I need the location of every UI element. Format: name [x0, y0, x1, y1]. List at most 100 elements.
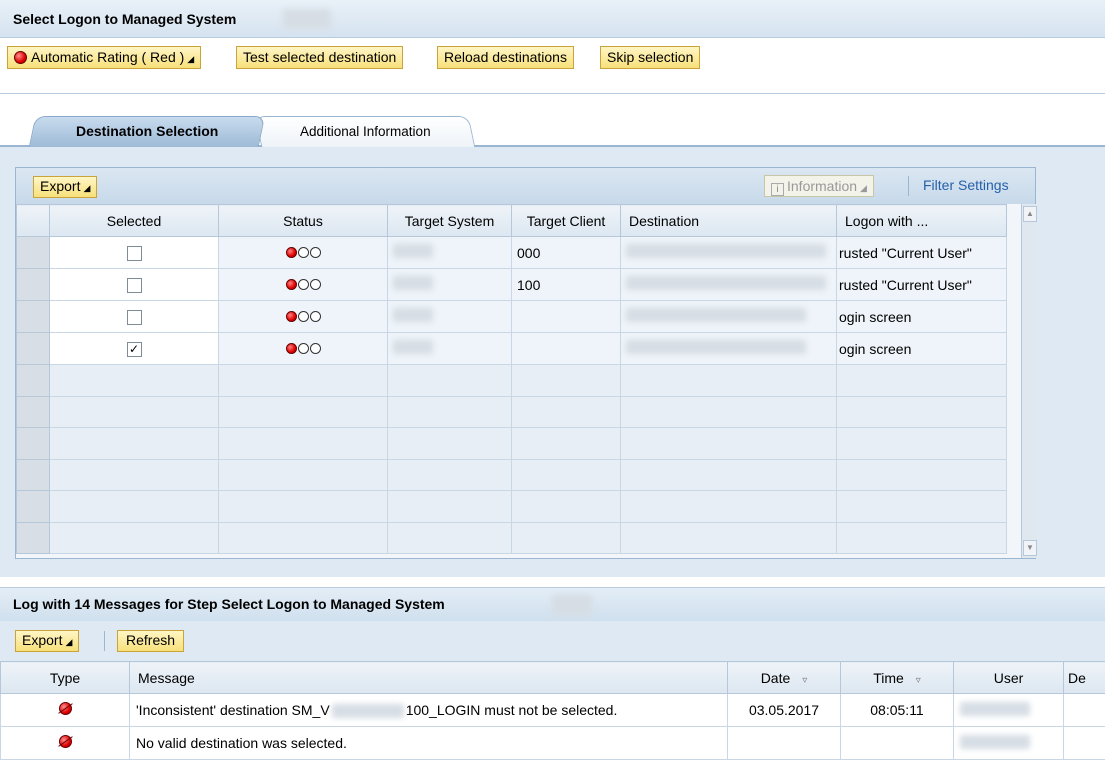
selected-cell[interactable]	[49, 236, 219, 269]
log-row[interactable]: 'Inconsistent' destination SM_V 100_LOGIN…	[0, 693, 1105, 727]
target-system-cell	[387, 268, 512, 301]
time-cell: 08:05:11	[840, 693, 954, 727]
select-checkbox[interactable]	[126, 309, 142, 325]
date-cell	[727, 726, 841, 760]
empty-row	[16, 458, 1007, 491]
dropdown-triangle-icon: ◢	[83, 183, 91, 193]
destination-table: Selected Status Target System Target Cli…	[16, 204, 1007, 554]
log-row[interactable]: No valid destination was selected.	[0, 726, 1105, 760]
selected-cell[interactable]	[49, 300, 219, 333]
empty-row	[16, 521, 1007, 554]
user-cell	[953, 726, 1064, 760]
column-header-de[interactable]: De	[1063, 661, 1105, 694]
message-cell: No valid destination was selected.	[129, 726, 728, 760]
tab-additional-information[interactable]: Additional Information	[254, 116, 476, 147]
filter-icon[interactable]: ▿	[916, 675, 921, 686]
table-row[interactable]: ogin screen	[16, 300, 1007, 333]
test-destination-button[interactable]: Test selected destination	[236, 46, 404, 69]
error-icon	[58, 702, 72, 715]
target-client-cell: 000	[511, 236, 621, 269]
column-header-message[interactable]: Message	[129, 661, 728, 694]
table-row[interactable]: 100 rusted "Current User"	[16, 268, 1007, 301]
traffic-light-icon	[285, 310, 321, 322]
tab-destination-selection[interactable]: Destination Selection	[28, 116, 266, 147]
row-selector[interactable]	[16, 236, 50, 269]
dropdown-triangle-icon: ◢	[65, 637, 73, 647]
selected-cell[interactable]: ✓	[49, 332, 219, 365]
log-table: Type Message Date ▿ Time ▿ User De 'Incons…	[0, 661, 1105, 760]
type-cell	[0, 726, 130, 760]
select-checkbox[interactable]	[126, 277, 142, 293]
column-header-target-system[interactable]: Target System	[387, 204, 512, 237]
scroll-up-icon[interactable]: ▲	[1023, 206, 1037, 222]
vertical-scrollbar[interactable]: ▲ ▼	[1021, 204, 1037, 558]
filter-icon[interactable]: ▿	[802, 675, 807, 686]
redacted-system-id	[552, 595, 592, 615]
destination-grid: Export ◢ i Information ◢ Filter Settings Se…	[15, 167, 1037, 559]
column-header-target-client[interactable]: Target Client	[511, 204, 621, 237]
empty-row	[16, 364, 1007, 397]
target-system-cell	[387, 300, 512, 333]
skip-selection-button[interactable]: Skip selection	[600, 46, 701, 69]
automatic-rating-button[interactable]: Automatic Rating ( Red ) ◢	[7, 46, 202, 69]
info-icon: i	[771, 183, 784, 196]
column-header-time[interactable]: Time ▿	[840, 661, 954, 694]
log-header: Log with 14 Messages for Step Select Log…	[0, 587, 1105, 621]
empty-row	[16, 490, 1007, 523]
information-button[interactable]: i Information ◢	[764, 175, 874, 197]
toolbar-separator	[908, 176, 909, 196]
column-header-date[interactable]: Date ▿	[727, 661, 841, 694]
log-export-button[interactable]: Export ◢	[15, 630, 80, 652]
row-selector[interactable]	[16, 300, 50, 333]
status-cell	[218, 268, 388, 301]
target-system-cell	[387, 332, 512, 365]
column-header-status[interactable]: Status	[218, 204, 388, 237]
target-client-cell: 100	[511, 268, 621, 301]
row-selector-header[interactable]	[16, 204, 50, 237]
destination-cell	[620, 236, 837, 269]
target-client-cell	[511, 332, 621, 365]
refresh-button[interactable]: Refresh	[117, 630, 185, 652]
row-selector[interactable]	[16, 332, 50, 365]
column-header-destination[interactable]: Destination	[620, 204, 837, 237]
empty-row	[16, 427, 1007, 460]
window-title: Select Logon to Managed System	[13, 11, 237, 27]
column-header-user[interactable]: User	[953, 661, 1064, 694]
logon-with-cell: rusted "Current User"	[836, 236, 1007, 269]
column-header-type[interactable]: Type	[0, 661, 130, 694]
destination-cell	[620, 300, 837, 333]
traffic-light-icon	[285, 246, 321, 258]
grid-export-button[interactable]: Export ◢	[33, 176, 98, 198]
reload-destinations-button[interactable]: Reload destinations	[437, 46, 574, 69]
scroll-down-icon[interactable]: ▼	[1023, 540, 1037, 556]
message-cell: 'Inconsistent' destination SM_V 100_LOGIN…	[129, 693, 728, 727]
filter-settings-link[interactable]: Filter Settings	[923, 177, 1009, 193]
selected-cell[interactable]	[49, 268, 219, 301]
destination-cell	[620, 268, 837, 301]
dropdown-triangle-icon: ◢	[187, 54, 195, 64]
red-status-icon	[14, 51, 27, 64]
window-title-bar: Select Logon to Managed System	[0, 0, 1105, 38]
log-title: Log with 14 Messages for Step Select Log…	[13, 596, 445, 612]
redacted-system-id	[283, 9, 331, 29]
error-icon	[58, 735, 72, 748]
row-selector[interactable]	[16, 268, 50, 301]
grid-toolbar: Export ◢ i Information ◢ Filter Settings	[16, 168, 1035, 204]
logon-with-cell: ogin screen	[836, 332, 1007, 365]
toolbar-divider	[0, 93, 1105, 94]
date-cell: 03.05.2017	[727, 693, 841, 727]
select-checkbox[interactable]	[126, 245, 142, 261]
status-cell	[218, 300, 388, 333]
target-client-cell	[511, 300, 621, 333]
column-header-logon-with[interactable]: Logon with ...	[836, 204, 1007, 237]
table-row[interactable]: 000 rusted "Current User"	[16, 236, 1007, 269]
automatic-rating-label: Automatic Rating ( Red )	[31, 49, 185, 65]
select-checkbox-checked[interactable]: ✓	[126, 341, 142, 357]
de-cell	[1063, 726, 1105, 760]
destination-cell	[620, 332, 837, 365]
table-row[interactable]: ✓ ogin screen	[16, 332, 1007, 365]
traffic-light-icon	[285, 278, 321, 290]
status-cell	[218, 236, 388, 269]
column-header-selected[interactable]: Selected	[49, 204, 219, 237]
log-toolbar: Export ◢ Refresh	[0, 621, 1105, 661]
